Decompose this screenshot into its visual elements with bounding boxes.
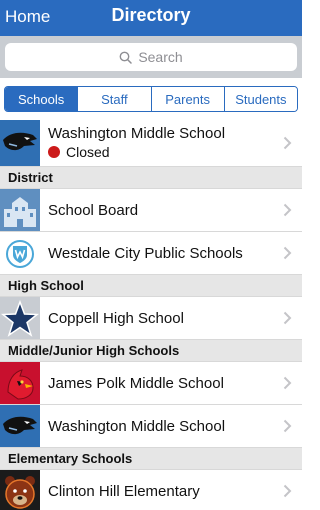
tab-students[interactable]: Students [223,87,297,111]
list-item-clinton-hill-elementary[interactable]: Clinton Hill Elementary [0,470,302,510]
star-logo-icon [0,297,40,339]
panther-logo-icon [0,405,40,447]
chevron-right-icon [283,484,292,498]
school-name: James Polk Middle School [48,374,224,392]
section-header-middle-junior-high: Middle/Junior High Schools [0,340,302,362]
directory-list: Washington Middle School Closed District… [0,120,302,510]
district-crest-icon [0,232,40,274]
list-item-coppell-high-school[interactable]: Coppell High School [0,297,302,340]
list-item-james-polk-middle-school[interactable]: James Polk Middle School [0,362,302,405]
tab-schools[interactable]: Schools [5,87,78,111]
status-badge: Closed [48,144,110,160]
school-name: Washington Middle School [48,417,226,435]
school-name: Coppell High School [48,309,184,327]
school-name: School Board [48,201,139,219]
category-segmented-control: Schools Staff Parents Students [4,86,298,112]
closed-status-dot-icon [48,146,60,158]
chevron-right-icon [283,419,292,433]
chevron-right-icon [283,246,292,260]
search-bar: Search [0,36,302,78]
bear-logo-icon [0,470,40,510]
chevron-right-icon [283,311,292,325]
list-item-washington-middle-school[interactable]: Washington Middle School [0,405,302,448]
tab-parents[interactable]: Parents [150,87,224,111]
panther-logo-icon [0,120,40,166]
chevron-right-icon [283,376,292,390]
section-header-high-school: High School [0,275,302,297]
school-name: Clinton Hill Elementary [48,482,200,500]
search-placeholder: Search [138,49,183,65]
school-building-icon [0,189,40,231]
school-name: Westdale City Public Schools [48,244,243,262]
cardinal-logo-icon [0,362,40,404]
list-item-featured-school[interactable]: Washington Middle School Closed [0,120,302,167]
search-input[interactable]: Search [5,43,297,71]
tab-staff[interactable]: Staff [77,87,151,111]
category-segment-bar: Schools Staff Parents Students [0,78,302,120]
section-header-district: District [0,167,302,189]
list-item-westdale-city-public-schools[interactable]: Westdale City Public Schools [0,232,302,275]
chevron-right-icon [283,136,292,150]
status-text: Closed [66,144,110,160]
search-icon [119,51,133,64]
list-item-school-board[interactable]: School Board [0,189,302,232]
page-title: Directory [111,5,191,25]
section-header-elementary: Elementary Schools [0,448,302,470]
navigation-bar: Home Directory [0,0,302,36]
chevron-right-icon [283,203,292,217]
